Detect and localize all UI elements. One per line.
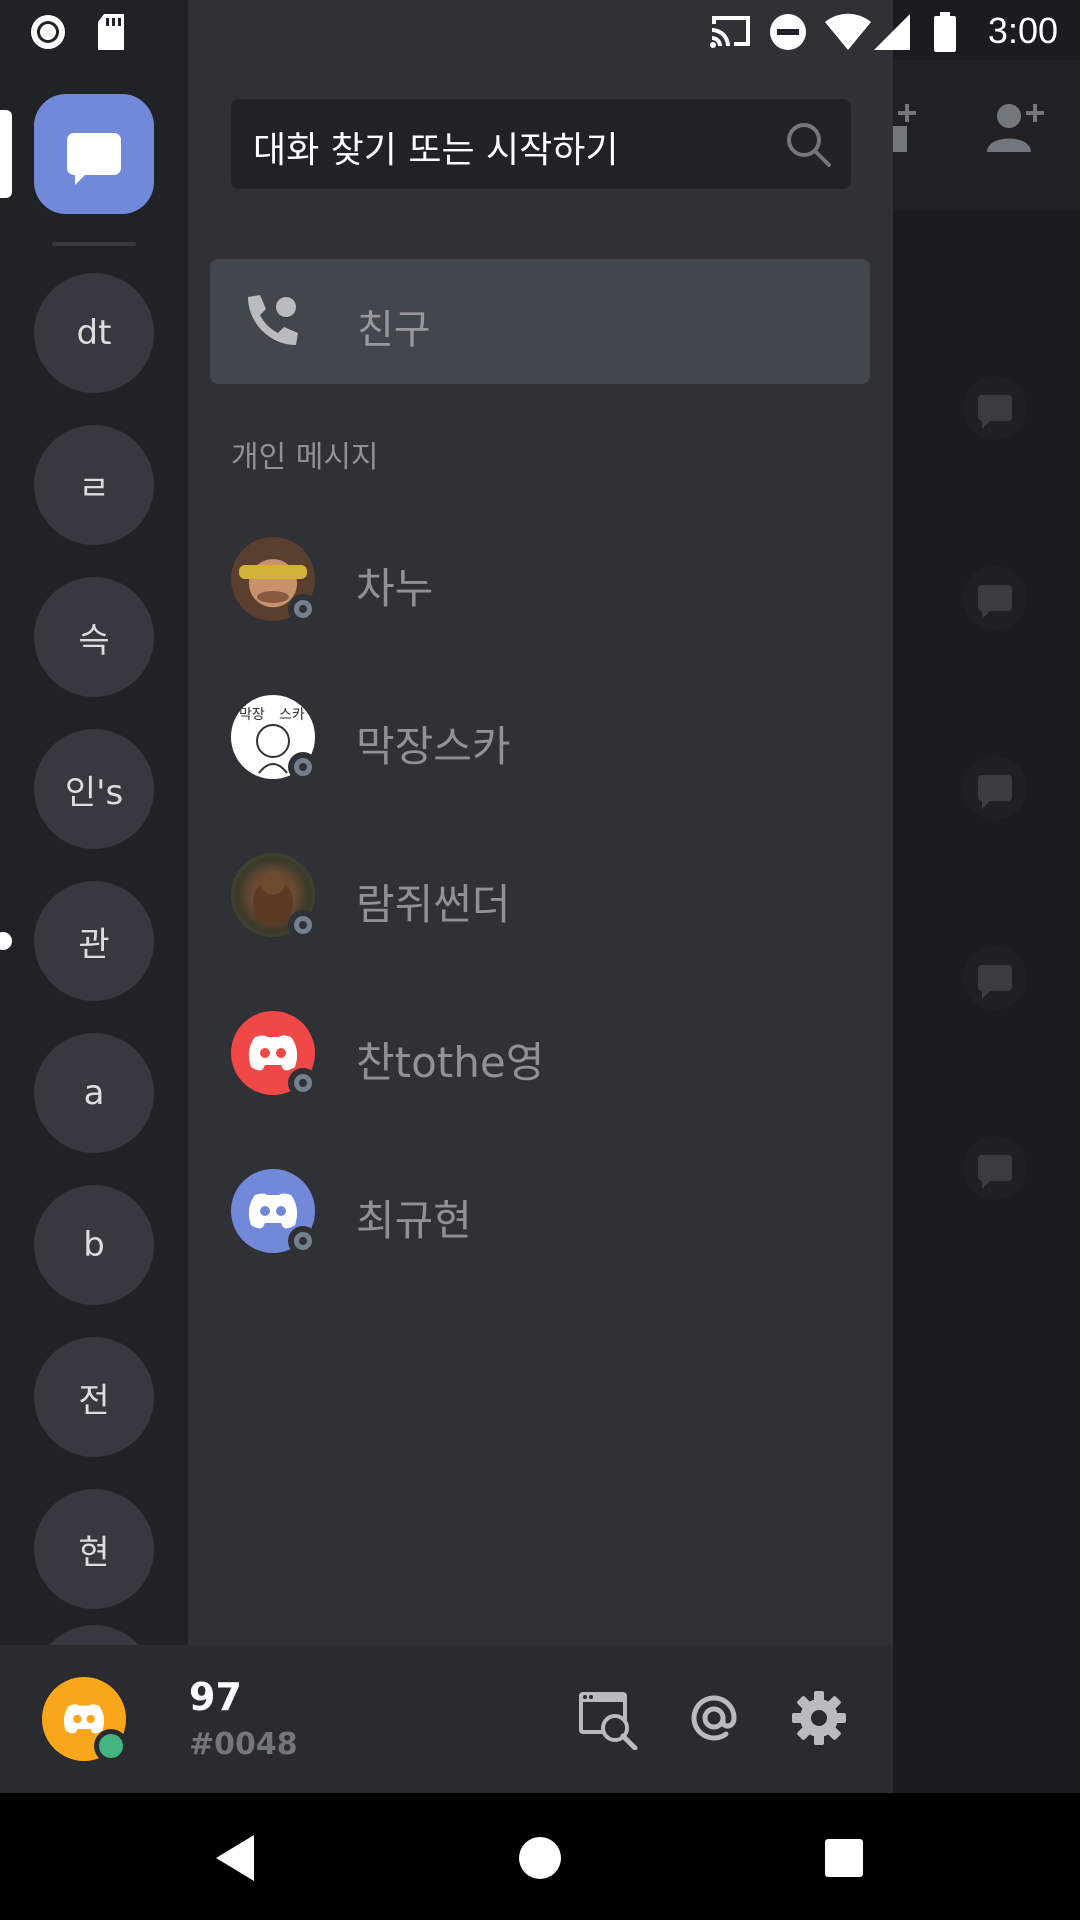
offline-status-icon bbox=[288, 1226, 318, 1256]
message-icon bbox=[963, 566, 1027, 630]
backdrop-header bbox=[893, 60, 1080, 210]
server-icon[interactable]: 현 bbox=[34, 1489, 154, 1609]
do-not-disturb-icon bbox=[770, 14, 806, 50]
home-icon bbox=[519, 1837, 561, 1879]
unread-indicator bbox=[0, 932, 12, 950]
recents-button[interactable] bbox=[799, 1813, 889, 1903]
add-member-icon-partial bbox=[893, 104, 916, 152]
dm-item[interactable]: 막장 스카 막장스카 bbox=[231, 695, 851, 795]
friends-label: 친구 bbox=[357, 307, 431, 353]
server-label: 현 bbox=[78, 1532, 110, 1573]
server-icon[interactable]: 전 bbox=[34, 1337, 154, 1457]
svg-text:스카: 스카 bbox=[279, 707, 305, 723]
dm-name: 차누 bbox=[356, 564, 434, 613]
server-label: 슥 bbox=[78, 620, 110, 661]
svg-text:막장: 막장 bbox=[239, 707, 265, 723]
server-label: dt bbox=[76, 313, 112, 353]
dm-item[interactable]: 람쥐썬더 bbox=[231, 853, 851, 953]
settings-button[interactable] bbox=[786, 1685, 852, 1751]
message-icon bbox=[963, 376, 1027, 440]
search-icon bbox=[787, 123, 831, 167]
user-panel: 97 #0048 bbox=[0, 1645, 893, 1793]
dm-item[interactable]: 최규현 bbox=[231, 1169, 851, 1269]
server-discovery-button[interactable] bbox=[574, 1685, 640, 1751]
search-placeholder: 대화 찾기 또는 시작하기 bbox=[253, 130, 619, 171]
server-label: b bbox=[83, 1225, 105, 1265]
record-icon bbox=[31, 15, 65, 49]
server-icon[interactable]: dt bbox=[34, 273, 154, 393]
server-icon[interactable]: b bbox=[34, 1185, 154, 1305]
online-status-icon bbox=[94, 1729, 128, 1763]
home-button[interactable] bbox=[495, 1813, 585, 1903]
sd-card-icon bbox=[98, 14, 124, 50]
server-label: 전 bbox=[78, 1380, 110, 1421]
dm-item[interactable]: 차누 bbox=[231, 537, 851, 637]
recents-icon bbox=[825, 1839, 863, 1877]
rail-divider bbox=[52, 242, 136, 246]
server-icon[interactable]: ㄹ bbox=[34, 425, 154, 545]
clock: 3:00 bbox=[987, 10, 1058, 51]
server-label: 관 bbox=[78, 924, 110, 965]
user-discriminator: #0048 bbox=[189, 1727, 298, 1762]
server-rail: dt ㄹ 슥 인's 관 a b 전 현 bbox=[0, 0, 188, 1645]
offline-status-icon bbox=[288, 594, 318, 624]
signal-icon bbox=[874, 14, 910, 50]
offline-status-icon bbox=[288, 752, 318, 782]
selected-indicator bbox=[0, 110, 12, 198]
wifi-icon bbox=[825, 13, 871, 50]
server-icon[interactable]: 관 bbox=[34, 881, 154, 1001]
server-label: 인's bbox=[64, 772, 124, 813]
dm-panel: 대화 찾기 또는 시작하기 친구 개인 메시지 차누 막장 스카 막장스카 람쥐썬… bbox=[188, 0, 893, 1645]
dimmed-backdrop[interactable] bbox=[893, 0, 1080, 1793]
at-sign-icon bbox=[691, 1695, 737, 1741]
server-icon[interactable]: 슥 bbox=[34, 577, 154, 697]
cast-icon bbox=[710, 16, 750, 48]
server-label: ㄹ bbox=[78, 468, 110, 509]
chat-bubble-icon bbox=[67, 133, 121, 185]
message-icon bbox=[963, 946, 1027, 1010]
status-bar: 3:00 bbox=[0, 0, 1080, 60]
gear-icon bbox=[792, 1691, 846, 1745]
navigation-bar bbox=[0, 1793, 1080, 1920]
mentions-button[interactable] bbox=[681, 1685, 747, 1751]
back-button[interactable] bbox=[190, 1813, 280, 1903]
server-icon-partial[interactable] bbox=[34, 1625, 154, 1645]
dm-name: 람쥐썬더 bbox=[356, 880, 511, 929]
username: 97 bbox=[189, 1675, 242, 1719]
back-icon bbox=[216, 1835, 254, 1881]
friends-icon bbox=[248, 295, 298, 345]
dm-name: 막장스카 bbox=[356, 722, 511, 771]
dm-name: 최규현 bbox=[356, 1196, 472, 1245]
offline-status-icon bbox=[288, 910, 318, 940]
dm-item[interactable]: 찬tothe영 bbox=[231, 1011, 851, 1111]
dm-name: 찬tothe영 bbox=[356, 1038, 545, 1087]
search-input[interactable]: 대화 찾기 또는 시작하기 bbox=[231, 99, 851, 189]
server-label: a bbox=[83, 1073, 105, 1113]
add-member-icon bbox=[987, 104, 1044, 152]
message-icon bbox=[963, 1136, 1027, 1200]
friends-button[interactable]: 친구 bbox=[210, 259, 870, 384]
browse-search-icon bbox=[579, 1692, 638, 1750]
server-icon[interactable]: 인's bbox=[34, 729, 154, 849]
offline-status-icon bbox=[288, 1068, 318, 1098]
dm-section-title: 개인 메시지 bbox=[231, 440, 379, 475]
message-icon bbox=[963, 756, 1027, 820]
direct-messages-button[interactable] bbox=[34, 94, 154, 214]
server-icon[interactable]: a bbox=[34, 1033, 154, 1153]
battery-icon bbox=[934, 12, 956, 52]
